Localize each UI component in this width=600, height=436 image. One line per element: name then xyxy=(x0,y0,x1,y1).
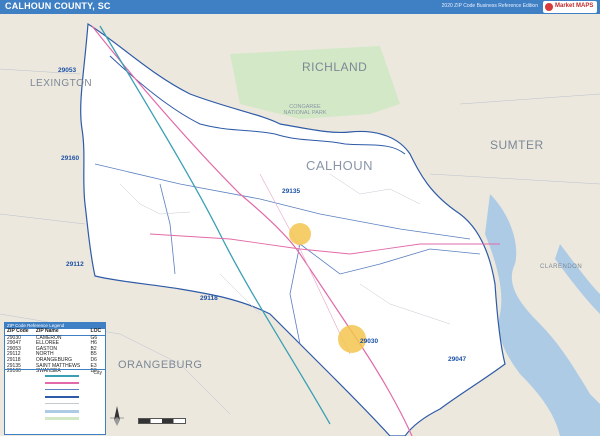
title-bar: CALHOUN COUNTY, SC 2020 ZIP Code Busines… xyxy=(0,0,600,14)
zip-label-29118: 29118 xyxy=(200,295,218,302)
zip-label-29112: 29112 xyxy=(66,261,84,268)
region-label-orangeburg: ORANGEBURG xyxy=(118,359,203,371)
legend-keys: City xyxy=(5,369,105,434)
place-label-congaree: CONGAREE NATIONAL PARK xyxy=(283,104,327,116)
zip-label-29135: 29135 xyxy=(282,188,301,195)
logo-text: Market MAPS xyxy=(555,3,594,9)
zip-label-29047: 29047 xyxy=(448,356,467,363)
publisher-logo: Market MAPS xyxy=(543,1,597,13)
legend-key-highway xyxy=(7,380,103,385)
north-arrow-icon xyxy=(110,406,124,426)
legend-key-water xyxy=(7,408,103,413)
region-label-clarendon: CLARENDON xyxy=(540,264,583,270)
edition-text: 2020 ZIP Code Business Reference Edition xyxy=(441,3,538,9)
scale-bar xyxy=(138,418,186,424)
region-label-lexington: LEXINGTON xyxy=(30,78,93,89)
highway-swatch xyxy=(45,382,79,384)
legend-city-label: City xyxy=(93,370,102,376)
local-road-swatch xyxy=(45,403,79,404)
legend-table: ZIP Code ZIP Name LOC 29030 CAMERON G6 290… xyxy=(5,328,105,375)
zip-boundary-swatch xyxy=(45,389,79,390)
zip-legend: ZIP Code Reference Legend ZIP Code ZIP N… xyxy=(4,322,106,435)
legend-key-park xyxy=(7,415,103,420)
logo-icon xyxy=(545,3,553,11)
legend-key-interstate xyxy=(7,373,103,378)
county-label-calhoun: CALHOUN xyxy=(306,158,374,173)
legend-key-county-boundary xyxy=(7,394,103,399)
interstate-swatch xyxy=(45,375,79,377)
water-swatch xyxy=(45,410,79,413)
zip-label-29160: 29160 xyxy=(61,155,80,162)
legend-key-local-road xyxy=(7,401,103,406)
county-boundary-swatch xyxy=(45,396,79,398)
map-title: CALHOUN COUNTY, SC xyxy=(5,1,111,11)
region-label-sumter: SUMTER xyxy=(490,138,544,152)
zip-label-29053: 29053 xyxy=(58,67,77,74)
city-marker-saint-matthews[interactable] xyxy=(289,223,311,245)
park-swatch xyxy=(45,417,79,420)
region-label-richland: RICHLAND xyxy=(302,60,368,74)
zip-label-29030: 29030 xyxy=(360,338,379,345)
legend-key-zip-boundary xyxy=(7,387,103,392)
